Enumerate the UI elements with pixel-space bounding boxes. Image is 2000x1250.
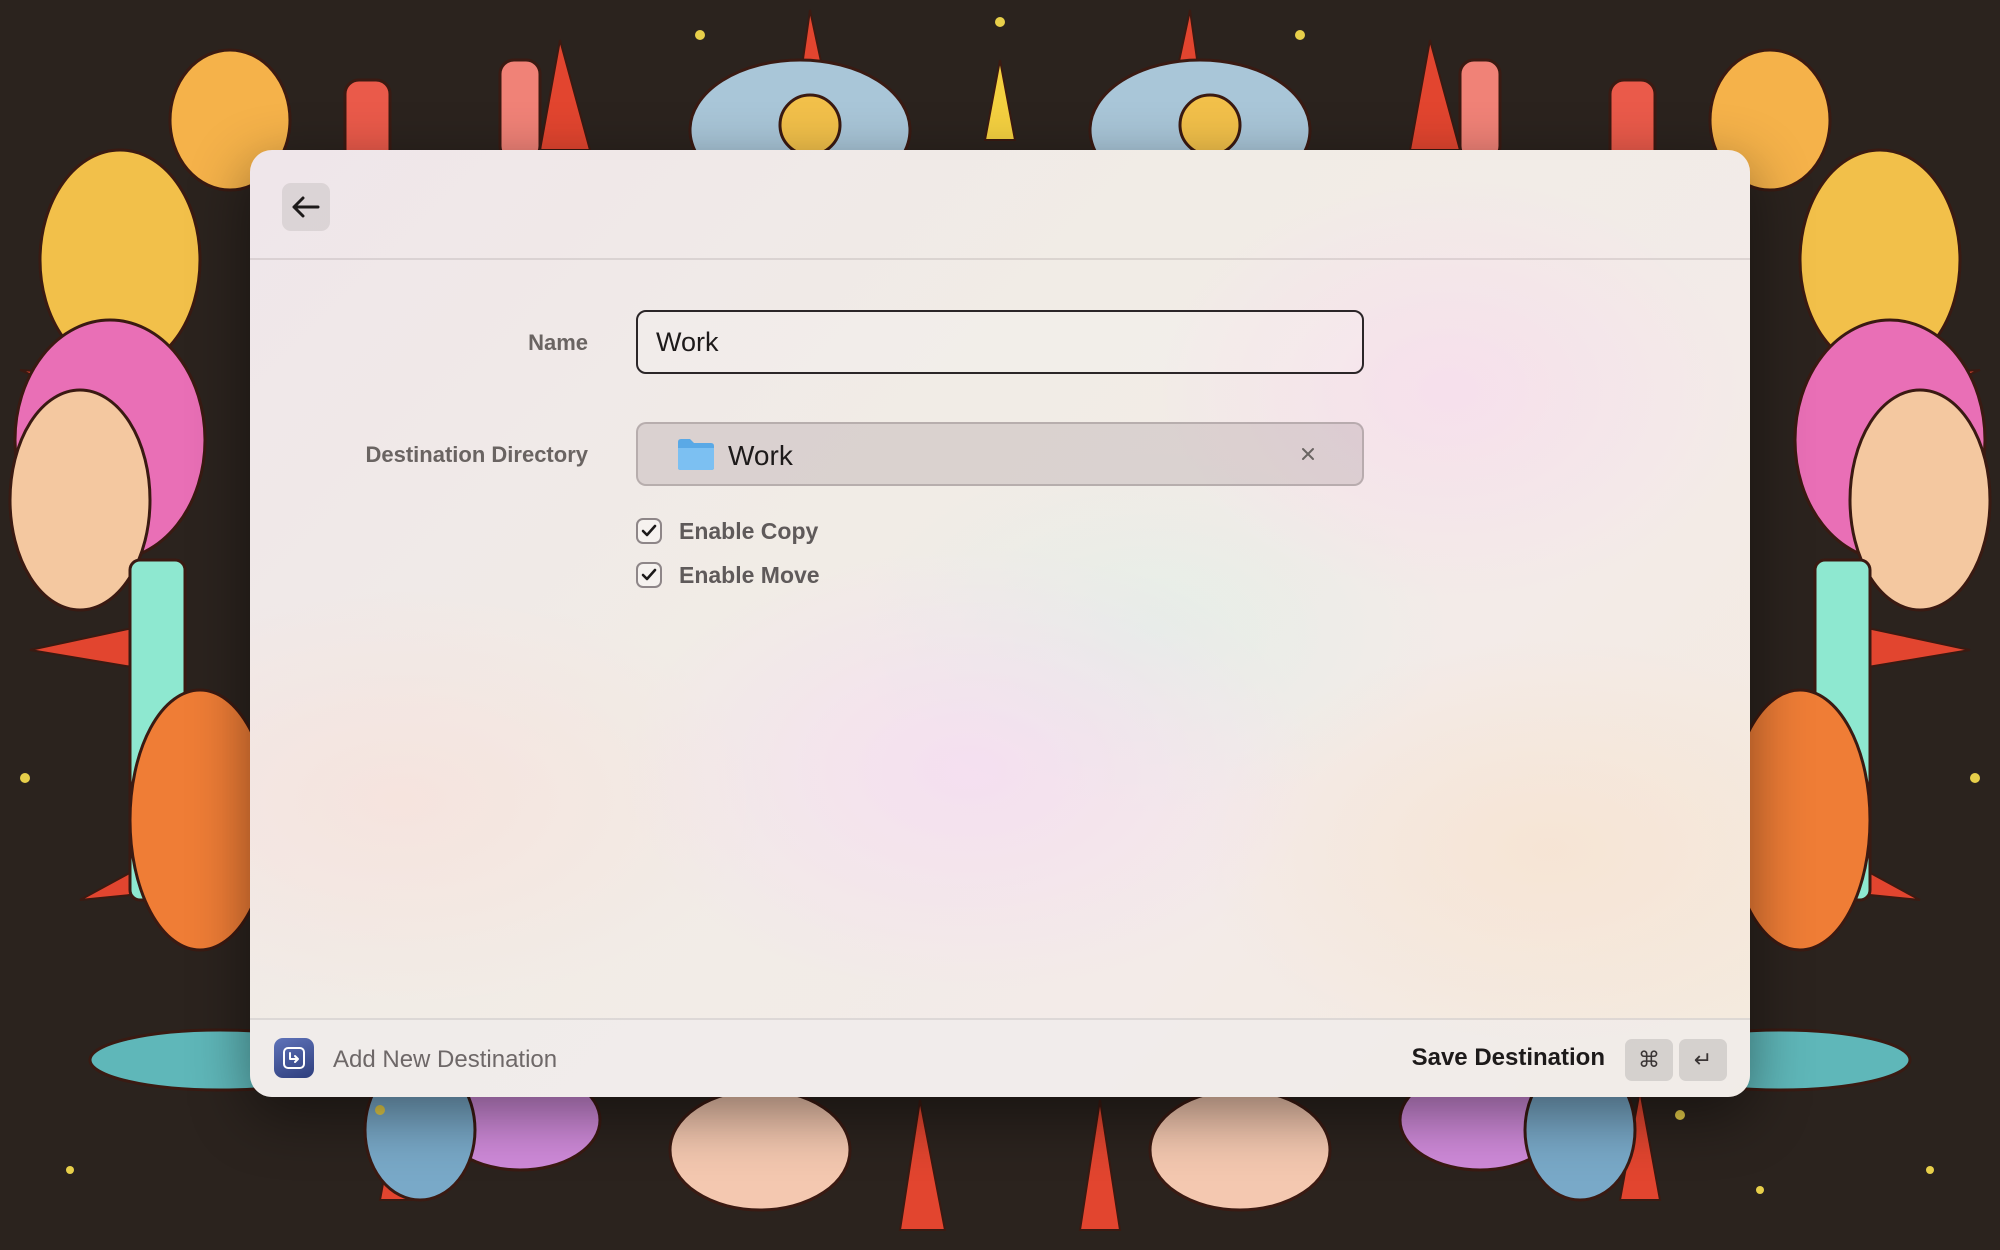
- app-icon: [274, 1038, 314, 1078]
- back-button[interactable]: [282, 183, 330, 231]
- destination-editor-window: Name Destination Directory Work Enable C…: [250, 150, 1750, 1097]
- destination-directory-label: Destination Directory: [365, 442, 589, 467]
- close-icon[interactable]: [1294, 440, 1322, 468]
- enter-key-badge: ↵: [1679, 1039, 1727, 1081]
- enable-copy-option[interactable]: Enable Copy: [636, 516, 818, 546]
- footer-bar: Add New Destination Save Destination ⌘ ↵: [250, 1018, 1750, 1097]
- enable-move-label: Enable Move: [679, 561, 820, 588]
- save-destination-button[interactable]: Save Destination: [1412, 1044, 1605, 1072]
- enable-copy-label: Enable Copy: [679, 517, 819, 544]
- enable-move-option[interactable]: Enable Move: [636, 560, 820, 590]
- enable-copy-checkbox[interactable]: [636, 518, 662, 544]
- name-label: Name: [528, 330, 588, 355]
- footer-title: Add New Destination: [333, 1046, 558, 1073]
- command-key-badge: ⌘: [1625, 1039, 1673, 1081]
- folder-icon: [678, 439, 714, 470]
- destination-directory-picker[interactable]: Work: [636, 422, 1364, 486]
- checkmark-icon: [641, 568, 657, 581]
- app-logo-glyph: [283, 1047, 305, 1069]
- arrow-left-icon: [292, 196, 320, 218]
- enable-move-checkbox[interactable]: [636, 562, 662, 588]
- top-bar: [250, 150, 1750, 260]
- destination-directory-value: Work: [728, 440, 793, 471]
- name-input[interactable]: [636, 310, 1364, 374]
- checkmark-icon: [641, 524, 657, 537]
- clear-directory-glyph: [1302, 448, 1314, 460]
